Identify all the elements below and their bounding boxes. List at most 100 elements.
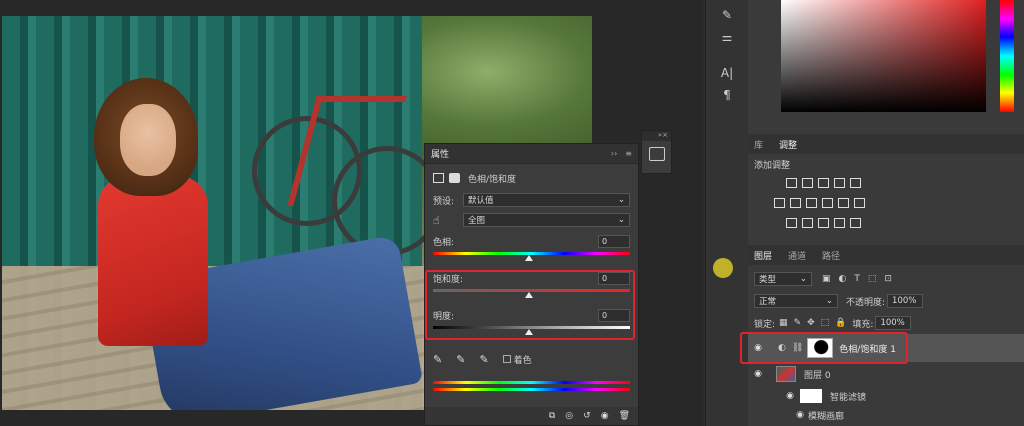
selective-color-icon[interactable] (850, 218, 861, 228)
hue-input[interactable]: 0 (598, 234, 630, 248)
annotation-highlight-box (425, 270, 635, 340)
layer-name[interactable]: 图层 0 (804, 368, 831, 381)
posterize-icon[interactable] (802, 218, 813, 228)
levels-icon[interactable] (802, 178, 813, 188)
layer-name[interactable]: 模糊画廊 (808, 409, 844, 422)
curves-icon[interactable] (818, 178, 829, 188)
color-lookup-icon[interactable] (854, 198, 865, 208)
layer-row[interactable]: ◉ 智能滤镜 (748, 386, 1024, 406)
properties-panel[interactable]: 属性 ›› ≡ 色相/饱和度 预设: 默认值 ⌄ ☝ 全图 ⌄ 色相: 0 饱和… (424, 143, 639, 426)
visibility-eye-icon[interactable]: ◉ (752, 369, 764, 379)
lock-all-icon[interactable]: 🔒 (835, 318, 846, 328)
layer-row[interactable]: ◉ 模糊画廊 (748, 406, 1024, 424)
clip-to-layer-icon[interactable]: ⧉ (549, 411, 555, 421)
photo-filter-icon[interactable] (822, 198, 833, 208)
color-picker-field[interactable] (781, 0, 986, 112)
chevron-down-icon: ⌄ (617, 195, 625, 205)
hue-row: 色相: 0 (425, 234, 638, 248)
adjustment-header-row: 色相/饱和度 (425, 170, 638, 186)
collapsed-panel-stack[interactable]: »× (641, 130, 672, 174)
channel-value: 全图 (468, 216, 486, 226)
hue-slider-thumb[interactable] (525, 255, 533, 261)
targeted-adjustment-hand-icon[interactable]: ☝ (433, 214, 463, 227)
tab-libraries[interactable]: 库 (754, 138, 763, 151)
preset-label: 预设: (433, 196, 455, 207)
shape-filter-icon[interactable]: ⬚ (868, 274, 877, 284)
adjustment-icon[interactable] (433, 173, 444, 183)
invert-icon[interactable] (786, 218, 797, 228)
brush-settings-icon[interactable]: ✎ (706, 8, 748, 22)
adjustment-title: 色相/饱和度 (468, 174, 517, 185)
smart-filter-thumbnail[interactable] (800, 389, 822, 403)
layer-filter-row: 类型 ⌄ ▣ ◐ T ⬚ ⊡ (748, 272, 1024, 286)
layer-thumbnail[interactable] (776, 366, 796, 382)
adjustment-icons-row-1 (786, 178, 866, 191)
cursor-highlight (713, 258, 733, 278)
visibility-eye-icon[interactable]: ◉ (784, 391, 796, 401)
panel-menu-icon[interactable]: ≡ (625, 149, 632, 158)
smart-object-filter-icon[interactable]: ⊡ (884, 274, 892, 284)
lock-image-icon[interactable]: ✎ (794, 318, 802, 328)
delete-trash-icon[interactable]: 🗑 (619, 411, 630, 421)
type-filter-icon[interactable]: T (854, 274, 860, 284)
layer-kind-filter[interactable]: 类型 ⌄ (754, 272, 812, 286)
brightness-icon[interactable] (786, 178, 797, 188)
tab-adjustments[interactable]: 调整 (779, 138, 797, 151)
hue-slider[interactable] (425, 255, 638, 263)
visibility-eye-icon[interactable]: ◉ (601, 411, 609, 421)
vibrance-icon[interactable] (850, 178, 861, 188)
layer-name[interactable]: 智能滤镜 (830, 390, 866, 403)
color-hue-strip[interactable] (1000, 0, 1014, 112)
properties-tabbar: 属性 ›› ≡ (425, 144, 638, 164)
mask-icon[interactable] (449, 173, 460, 183)
chevron-down-icon: ⌄ (799, 274, 807, 284)
blend-mode-select[interactable]: 正常 ⌄ (754, 294, 838, 308)
fill-input[interactable]: 100% (875, 316, 912, 330)
eyedropper-minus-icon[interactable]: ✎ (479, 353, 488, 366)
collapse-icon[interactable]: ›› (611, 149, 617, 158)
right-dock: 库 调整 添加调整 图层 通道 路径 类型 ⌄ ▣ ◐ T ⬚ ⊡ 正常 ⌄ 不… (740, 0, 1024, 426)
fill-label: 填充: (852, 319, 874, 330)
tab-channels[interactable]: 通道 (788, 249, 806, 262)
eyedropper-row: ✎ ✎ ✎ 着色 (425, 351, 638, 367)
blend-opacity-row: 正常 ⌄ 不透明度: 100% (748, 294, 1024, 308)
layers-tabbar: 图层 通道 路径 (748, 245, 1024, 265)
character-panel-icon[interactable]: A| (706, 66, 748, 80)
colorize-checkbox[interactable] (502, 355, 511, 363)
threshold-icon[interactable] (818, 218, 829, 228)
color-balance-icon[interactable] (790, 198, 801, 208)
lock-pixels-icon[interactable]: ▦ (779, 318, 788, 328)
add-adjustment-label: 添加调整 (754, 161, 791, 171)
properties-panel-icon[interactable] (648, 147, 665, 161)
reset-icon[interactable]: ↺ (583, 411, 591, 421)
tab-layers[interactable]: 图层 (754, 249, 772, 262)
preset-select[interactable]: 默认值 ⌄ (463, 193, 630, 207)
exposure-icon[interactable] (834, 178, 845, 188)
lock-position-icon[interactable]: ✥ (807, 318, 815, 328)
hue-saturation-icon[interactable] (774, 198, 785, 208)
layer-row[interactable]: ◉ 图层 0 (748, 363, 1024, 385)
chevron-down-icon: ⌄ (825, 296, 833, 306)
colorize-label: 着色 (513, 355, 532, 366)
view-previous-state-icon[interactable]: ◎ (565, 411, 573, 421)
properties-tab[interactable]: 属性 (431, 147, 449, 160)
opacity-input[interactable]: 100% (887, 294, 924, 308)
visibility-eye-icon[interactable]: ◉ (794, 410, 806, 420)
tab-paths[interactable]: 路径 (822, 249, 840, 262)
channel-mixer-icon[interactable] (838, 198, 849, 208)
pixel-filter-icon[interactable]: ▣ (822, 274, 831, 284)
mini-panel-header[interactable]: »× (642, 131, 671, 141)
eyedropper-icon[interactable]: ✎ (433, 353, 442, 366)
layer-kind-value: 类型 (759, 275, 777, 285)
adjustment-filter-icon[interactable]: ◐ (839, 274, 847, 284)
lock-artboard-icon[interactable]: ⬚ (821, 318, 830, 328)
opacity-label: 不透明度: (846, 297, 886, 308)
gradient-map-icon[interactable] (834, 218, 845, 228)
channel-select[interactable]: 全图 ⌄ (463, 213, 630, 227)
eyedropper-plus-icon[interactable]: ✎ (456, 353, 465, 366)
paragraph-panel-icon[interactable]: ¶ (706, 88, 748, 102)
output-color-bar (433, 388, 630, 391)
tool-presets-icon[interactable]: ⚌ (706, 30, 748, 44)
annotation-highlight-box (740, 332, 908, 364)
black-white-icon[interactable] (806, 198, 817, 208)
